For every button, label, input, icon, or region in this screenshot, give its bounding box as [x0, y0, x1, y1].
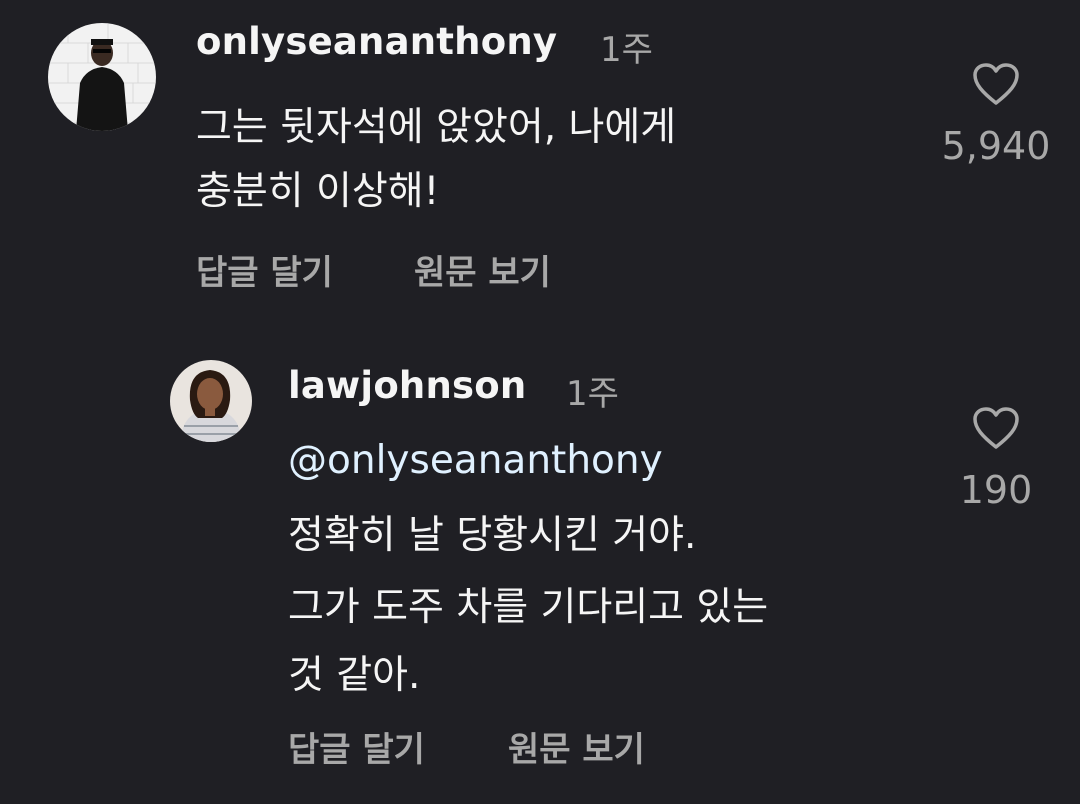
reply-button[interactable]: 답글 달기: [196, 245, 333, 294]
heart-outline-icon[interactable]: [972, 406, 1020, 450]
comment-timestamp: 1주: [600, 30, 653, 70]
comment-text-line: 그가 도주 차를 기다리고 있는: [288, 585, 769, 630]
reply-button[interactable]: 답글 달기: [288, 722, 425, 771]
see-translation-button[interactable]: 원문 보기: [508, 722, 645, 771]
comment-text-line: 그는 뒷자석에 앉았어, 나에게: [196, 105, 677, 150]
comment-text-line: 정확히 날 당황시킨 거야.: [288, 513, 697, 558]
see-translation-button[interactable]: 원문 보기: [414, 245, 551, 294]
avatar[interactable]: [48, 23, 156, 131]
comment-username[interactable]: onlyseananthony: [196, 20, 557, 63]
avatar[interactable]: [170, 360, 252, 442]
reply-comment-item: lawjohnson 1주 @onlyseananthony 정확히 날 당황시…: [0, 340, 1080, 800]
like-count: 190: [959, 468, 1033, 512]
like-count: 5,940: [941, 124, 1051, 168]
mention-link[interactable]: @onlyseananthony: [288, 438, 663, 483]
comment-text-line: 충분히 이상해!: [196, 169, 440, 214]
comment-text-line: 것 같아.: [288, 653, 421, 698]
heart-outline-icon[interactable]: [972, 62, 1020, 106]
comment-timestamp: 1주: [566, 374, 619, 414]
comment-item: onlyseananthony 1주 그는 뒷자석에 앉았어, 나에게 충분히 …: [0, 0, 1080, 320]
comment-username[interactable]: lawjohnson: [288, 364, 526, 407]
